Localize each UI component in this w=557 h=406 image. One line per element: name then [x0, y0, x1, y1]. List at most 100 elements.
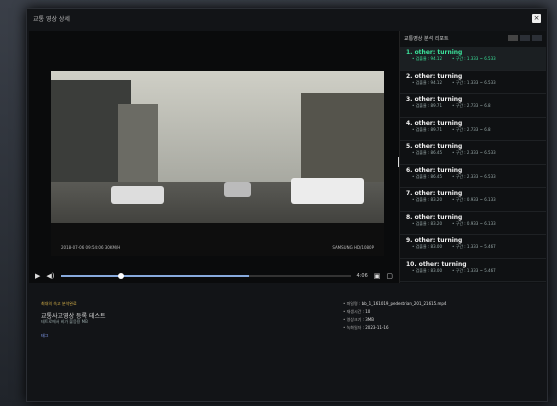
analysis-item-name: 5. other: turning	[406, 143, 540, 150]
analysis-badge: 최대의 속고 분석완료	[41, 301, 77, 306]
analysis-item-score: • 검출율 : 86.45	[412, 150, 443, 155]
analysis-item-label: other: turning	[414, 143, 463, 150]
analysis-item-score: • 검출율 : 89.71	[412, 103, 443, 108]
fullscreen-icon[interactable]: ▢	[386, 272, 393, 280]
analysis-item-meta: • 검출율 : 83.00 • 구간 : 1.333 ~ 5.467	[412, 268, 540, 274]
analysis-item-rank: 5.	[406, 143, 413, 150]
property-label: • 영상크기 :	[343, 317, 366, 322]
analysis-item-label: other: turning	[414, 237, 463, 244]
analysis-item[interactable]: 2. other: turning • 검출율 : 94.12 • 구간 : 1.3…	[400, 71, 546, 94]
analysis-item[interactable]: 7. other: turning • 검출율 : 83.20 • 구간 : 0.9…	[400, 188, 546, 212]
seek-knob[interactable]	[118, 273, 125, 279]
property-value: bb_1_161019_pedestrian_201_21615.mp4	[361, 301, 447, 306]
analysis-item-label: other: turning	[414, 166, 463, 174]
panel-toggle-1[interactable]	[508, 35, 518, 41]
analysis-item-range: • 구간 : 2.733 ~ 6.8	[452, 126, 491, 132]
video-player[interactable]: 2018-07-06 09:54:06 30KM/H SAMSUNG HD/10…	[29, 31, 399, 283]
analysis-item-name: 1. other: turning	[406, 49, 540, 56]
analysis-item[interactable]: 6. other: turning • 검출율 : 86.45 • 구간 : 2.3…	[400, 165, 546, 188]
video-subtitle: 테트로에서 비가 불응용 MB	[41, 319, 88, 324]
close-icon[interactable]: ×	[532, 13, 541, 23]
analysis-item-score: • 검출율 : 83.00	[412, 244, 443, 249]
analysis-item-meta: • 검출율 : 89.71 • 구간 : 2.733 ~ 6.8	[412, 127, 540, 133]
seek-progress	[60, 275, 250, 277]
seek-bar[interactable]	[60, 273, 351, 279]
property-value: 3MB	[365, 317, 374, 322]
analysis-item[interactable]: 1. other: turning • 검출율 : 94.12 • 구간 : 1.3…	[400, 47, 546, 71]
panel-title: 교통영상 분석 리포트	[404, 35, 449, 42]
analysis-item[interactable]: 3. other: turning • 검출율 : 89.71 • 구간 : 2.7…	[400, 94, 546, 118]
video-info: 최대의 속고 분석완료 교통사고영상 등록 테스트 테트로에서 비가 불응용 M…	[27, 291, 547, 401]
analysis-item[interactable]: 4. other: turning • 검출율 : 89.71 • 구간 : 2.7…	[400, 118, 546, 141]
video-tag[interactable]: 태그	[41, 333, 48, 339]
analysis-item-meta: • 검출율 : 94.12 • 구간 : 1.333 ~ 6.533	[412, 56, 540, 62]
analysis-report-panel: 교통영상 분석 리포트 1. other: turning • 검출율 : 94.…	[399, 31, 546, 283]
analysis-item-range: • 구간 : 2.733 ~ 6.8	[452, 103, 491, 108]
analysis-item-score: • 검출율 : 94.12	[412, 79, 443, 85]
analysis-item[interactable]: 8. other: turning • 검출율 : 83.20 • 구간 : 0.9…	[400, 212, 546, 235]
volume-icon[interactable]: ◀)	[46, 272, 54, 280]
video-frame: 2018-07-06 09:54:06 30KM/H SAMSUNG HD/10…	[51, 71, 384, 256]
analysis-item-range: • 구간 : 1.333 ~ 5.467	[452, 244, 496, 249]
analysis-item-label: other: turning	[414, 213, 463, 221]
analysis-item-label: other: turning	[414, 96, 463, 103]
modal-titlebar: 교통 영상 상세 ×	[27, 9, 547, 27]
analysis-item-label: other: turning	[418, 260, 467, 268]
analysis-item-score: • 검출율 : 83.20	[412, 197, 443, 202]
analysis-item-meta: • 검출율 : 94.12 • 구간 : 1.333 ~ 6.533	[412, 80, 540, 86]
analysis-item-rank: 3.	[406, 96, 413, 103]
property-row: • 영상크기 : 3MB	[343, 317, 446, 323]
player-controls: ▶ ◀) 4:06 ▣ ▢	[29, 269, 399, 283]
analysis-item[interactable]: 5. other: turning • 검출율 : 86.45 • 구간 : 2.3…	[400, 141, 546, 165]
analysis-item-range: • 구간 : 2.333 ~ 6.533	[452, 173, 496, 179]
analysis-item-score: • 검출율 : 86.45	[412, 173, 443, 179]
analysis-item-meta: • 검출율 : 83.00 • 구간 : 1.333 ~ 5.467	[412, 244, 540, 250]
analysis-item-name: 9. other: turning	[406, 237, 540, 244]
property-value: 2023-11-16	[365, 325, 389, 330]
analysis-list: 1. other: turning • 검출율 : 94.12 • 구간 : 1.3…	[400, 47, 546, 283]
analysis-item-score: • 검출율 : 89.71	[412, 126, 443, 132]
modal-title: 교통 영상 상세	[33, 15, 70, 23]
video-timestamp-overlay: 2018-07-06 09:54:06 30KM/H	[61, 245, 121, 250]
time-display: 4:06	[356, 273, 368, 279]
panel-header: 교통영상 분석 리포트	[400, 31, 546, 45]
analysis-item[interactable]: 9. other: turning • 검출율 : 83.00 • 구간 : 1.3…	[400, 235, 546, 259]
property-label: • 녹화일자 :	[343, 325, 366, 330]
analysis-item-label: other: turning	[414, 72, 463, 80]
play-icon[interactable]: ▶	[35, 272, 40, 280]
analysis-item-label: other: turning	[414, 49, 463, 56]
property-row: • 재생시간 : 10	[343, 309, 446, 315]
analysis-item-meta: • 검출율 : 83.20 • 구간 : 0.933 ~ 6.133	[412, 197, 540, 203]
property-label: • 재생시간 :	[343, 309, 366, 314]
analysis-item-rank: 1.	[406, 49, 413, 56]
analysis-item-label: other: turning	[414, 190, 463, 197]
panel-toggle-2[interactable]	[520, 35, 530, 41]
analysis-item-name: 4. other: turning	[406, 120, 540, 127]
analysis-item-meta: • 검출율 : 83.20 • 구간 : 0.933 ~ 6.133	[412, 221, 540, 227]
analysis-item-range: • 구간 : 0.933 ~ 6.133	[452, 220, 496, 226]
property-label: • 파일명 :	[343, 301, 362, 306]
analysis-item[interactable]: 10. other: turning • 검출율 : 83.00 • 구간 : 1.…	[400, 259, 546, 282]
analysis-item-name: 7. other: turning	[406, 190, 540, 197]
settings-icon[interactable]: ▣	[374, 272, 381, 280]
analysis-item-rank: 10.	[406, 260, 417, 268]
video-resolution-overlay: SAMSUNG HD/1080P	[332, 245, 374, 250]
analysis-item-name: 2. other: turning	[406, 73, 540, 80]
panel-toggle-3[interactable]	[532, 35, 542, 41]
analysis-item-rank: 7.	[406, 190, 413, 197]
video-detail-modal: 교통 영상 상세 × 2018-07-06 09:54:06 30KM/H SA…	[26, 8, 548, 402]
analysis-item-rank: 9.	[406, 237, 413, 244]
analysis-item-name: 10. other: turning	[406, 261, 540, 268]
analysis-item-range: • 구간 : 1.333 ~ 6.533	[452, 56, 496, 61]
analysis-item-rank: 6.	[406, 166, 413, 174]
analysis-item-rank: 4.	[406, 119, 413, 127]
property-row: • 녹화일자 : 2023-11-16	[343, 325, 446, 331]
analysis-item-range: • 구간 : 1.333 ~ 5.467	[452, 267, 496, 273]
analysis-item-meta: • 검출율 : 86.45 • 구간 : 2.333 ~ 6.533	[412, 150, 540, 156]
analysis-item-range: • 구간 : 0.933 ~ 6.133	[452, 197, 496, 202]
analysis-item-rank: 2.	[406, 72, 413, 80]
analysis-item-meta: • 검출율 : 89.71 • 구간 : 2.733 ~ 6.8	[412, 103, 540, 109]
analysis-item-name: 8. other: turning	[406, 214, 540, 221]
analysis-item-range: • 구간 : 2.333 ~ 6.533	[452, 150, 496, 155]
property-value: 10	[365, 309, 371, 314]
